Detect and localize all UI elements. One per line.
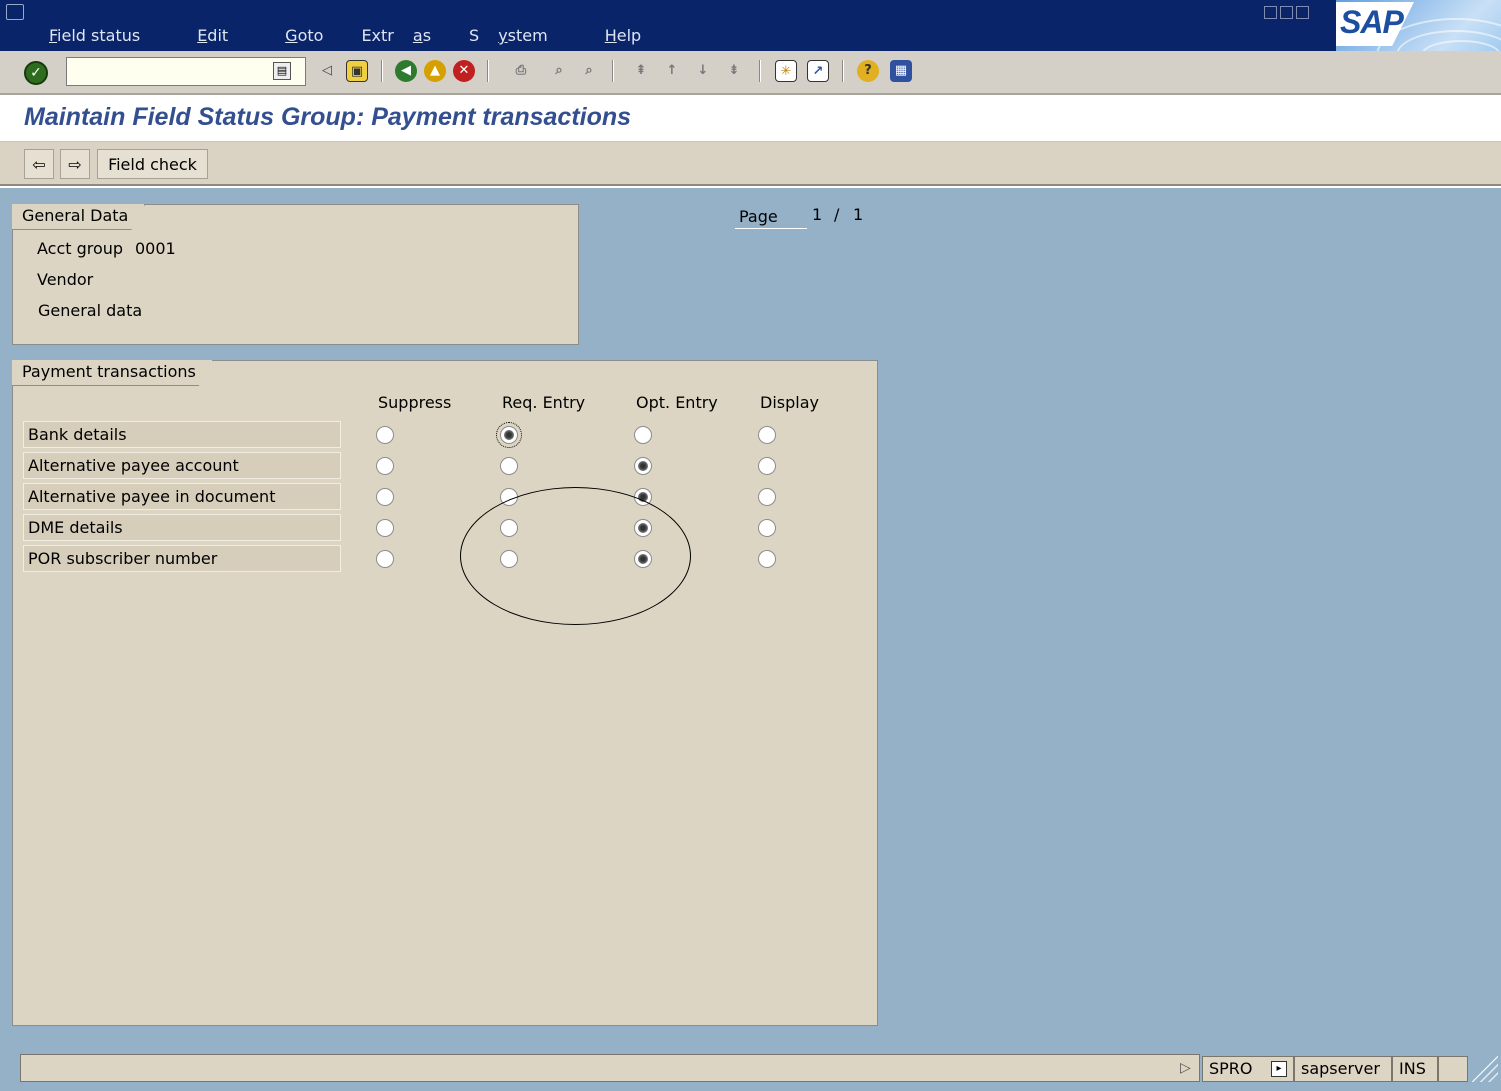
radio-suppress[interactable] — [376, 519, 394, 537]
radio-suppress[interactable] — [376, 457, 394, 475]
shortcut-icon[interactable]: ↗ — [807, 60, 829, 82]
radio-req-entry[interactable] — [496, 422, 522, 448]
acct-group-value: 0001 — [135, 239, 176, 258]
cancel-icon[interactable]: ✕ — [453, 60, 475, 82]
menu-edit[interactable]: Edit — [178, 26, 247, 45]
toolbar-separator — [759, 60, 761, 82]
payment-transactions-title: Payment transactions — [12, 360, 213, 386]
status-mode: INS — [1392, 1056, 1438, 1082]
status-transaction: SPRO ▸ — [1202, 1056, 1294, 1082]
general-data-label: General data — [38, 301, 143, 320]
page-current: 1 — [812, 205, 823, 224]
status-message — [20, 1054, 1200, 1082]
previous-screen-button[interactable]: ⇦ — [24, 149, 54, 179]
radio-opt-entry[interactable] — [634, 457, 652, 475]
command-field[interactable] — [66, 57, 306, 86]
close-icon[interactable] — [1296, 6, 1309, 19]
menu-help[interactable]: Help — [586, 26, 660, 45]
next-screen-button[interactable]: ⇨ — [60, 149, 90, 179]
radio-display[interactable] — [758, 488, 776, 506]
back-icon[interactable]: ◀ — [395, 60, 417, 82]
system-menu-icon[interactable] — [6, 4, 24, 20]
previous-screen-icon: ⇦ — [32, 154, 46, 174]
radio-req-entry[interactable] — [500, 457, 518, 475]
vendor-label: Vendor — [37, 270, 94, 289]
back-arrow-icon[interactable]: ◁ — [316, 60, 338, 82]
column-header-suppress: Suppress — [378, 393, 452, 412]
minimize-icon[interactable] — [1264, 6, 1277, 19]
radio-display[interactable] — [758, 426, 776, 444]
session-info-icon[interactable]: ▸ — [1271, 1061, 1287, 1077]
field-label: POR subscriber number — [23, 545, 341, 572]
acct-group-label: Acct group — [37, 239, 124, 258]
application-toolbar — [0, 142, 1501, 186]
page-separator: / — [834, 205, 840, 224]
last-page-icon[interactable]: ⇟ — [723, 60, 745, 82]
resize-grip[interactable] — [1472, 1056, 1498, 1082]
exit-icon[interactable]: ▲ — [424, 60, 446, 82]
status-empty-box — [1438, 1056, 1468, 1082]
field-check-button[interactable]: Field check — [97, 149, 208, 179]
field-label: Bank details — [23, 421, 341, 448]
enter-icon[interactable]: ✓ — [24, 61, 48, 85]
menu-field-status[interactable]: Field status — [30, 26, 159, 45]
radio-display[interactable] — [758, 550, 776, 568]
radio-opt-entry[interactable] — [634, 426, 652, 444]
next-screen-icon: ⇨ — [68, 154, 82, 174]
field-label: DME details — [23, 514, 341, 541]
sap-logo-text: SAP — [1340, 4, 1404, 40]
previous-page-icon[interactable]: ↑ — [661, 60, 683, 82]
radio-suppress[interactable] — [376, 426, 394, 444]
field-label: Alternative payee in document — [23, 483, 341, 510]
field-label: Alternative payee account — [23, 452, 341, 479]
restore-icon[interactable] — [1280, 6, 1293, 19]
toolbar-separator — [487, 60, 489, 82]
expand-status-icon[interactable]: ▷ — [1180, 1060, 1191, 1076]
radio-display[interactable] — [758, 457, 776, 475]
window-controls — [1264, 6, 1309, 19]
menu-system[interactable]: System — [469, 26, 567, 45]
find-icon[interactable]: ⌕ — [548, 60, 570, 82]
page-title: Maintain Field Status Group: Payment tra… — [24, 103, 632, 131]
menu-bar: Field status Edit Goto Extr as System Hel… — [30, 26, 679, 45]
page-title-bar: Maintain Field Status Group: Payment tra… — [0, 95, 1501, 142]
toolbar-separator — [381, 60, 383, 82]
menu-goto[interactable]: Goto — [266, 26, 342, 45]
toolbar-separator — [612, 60, 614, 82]
print-icon[interactable]: ⎙ — [510, 60, 532, 82]
save-icon[interactable]: ▣ — [346, 60, 368, 82]
help-icon[interactable]: ? — [857, 60, 879, 82]
annotation-ellipse — [460, 487, 691, 625]
page-total: 1 — [853, 205, 864, 224]
first-page-icon[interactable]: ⇞ — [630, 60, 652, 82]
status-server: sapserver — [1294, 1056, 1392, 1082]
next-page-icon[interactable]: ↓ — [692, 60, 714, 82]
column-header-opt-entry: Opt. Entry — [636, 393, 718, 412]
page-label: Page — [735, 207, 807, 229]
radio-display[interactable] — [758, 519, 776, 537]
status-transaction-text: SPRO — [1209, 1059, 1253, 1078]
command-history-icon[interactable]: ▤ — [273, 62, 291, 80]
radio-suppress[interactable] — [376, 488, 394, 506]
find-next-icon[interactable]: ⌕ — [578, 60, 600, 82]
general-data-group: General Data Acct group 0001 Vendor Gene… — [12, 204, 579, 345]
column-header-req-entry: Req. Entry — [502, 393, 586, 412]
menu-extras[interactable]: Extr as — [361, 26, 450, 45]
toolbar-separator — [842, 60, 844, 82]
radio-suppress[interactable] — [376, 550, 394, 568]
general-data-title: General Data — [12, 204, 145, 230]
column-header-display: Display — [760, 393, 819, 412]
layout-menu-icon[interactable]: ▦ — [890, 60, 912, 82]
create-session-icon[interactable]: ✳ — [775, 60, 797, 82]
